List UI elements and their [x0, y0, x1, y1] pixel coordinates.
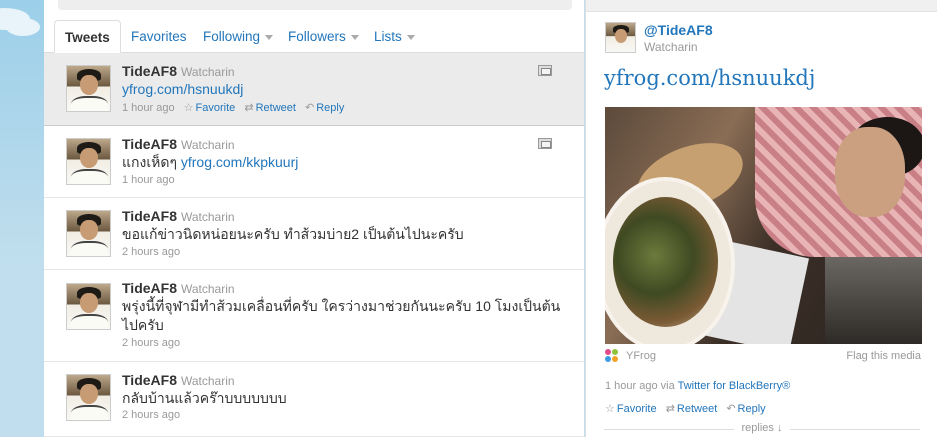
media-photo[interactable]: [605, 107, 922, 344]
media-icon[interactable]: [538, 138, 552, 149]
tab-followers[interactable]: Followers: [288, 20, 359, 53]
details-panel: @TideAF8 Watcharin yfrog.com/hsnuukdj YF…: [585, 0, 937, 437]
tweet-timestamp[interactable]: 2 hours ago: [122, 337, 180, 349]
panel-actions: ☆ Favorite ⇄ Retweet ↶ Reply: [605, 402, 766, 415]
panel-fullname: Watcharin: [644, 40, 698, 54]
avatar[interactable]: [605, 22, 636, 53]
tweet-row[interactable]: TideAF8 Watcharin พรุ่งนี้ที่จุฬามีทำส้วม…: [44, 270, 584, 362]
tab-tweets[interactable]: Tweets: [54, 20, 121, 53]
via-label: via: [660, 380, 675, 392]
chevron-down-icon: [265, 34, 274, 40]
tweet-text: กลับบ้านแล้วคร๊าบบบบบบบ: [122, 390, 287, 406]
tweet-text: yfrog.com/hsnuukdj: [122, 80, 562, 99]
panel-media-link[interactable]: yfrog.com/hsnuukdj: [604, 66, 815, 90]
tweet-text: แกงเห็ดๆ yfrog.com/kkpkuurj: [122, 153, 562, 172]
tweet-timestamp[interactable]: 1 hour ago: [122, 102, 175, 114]
tweet-meta: 1 hour ago: [122, 174, 175, 186]
tweet-text: ขอแก้ข่าวนิดหน่อยนะครับ ทำส้วมบ่าย2 เป็น…: [122, 226, 464, 242]
tweet-row[interactable]: TideAF8 Watcharin ขอแก้ข่าวนิดหน่อยนะครับ…: [44, 198, 584, 270]
tweet-fullname: Watcharin: [180, 374, 235, 388]
favorite-button[interactable]: ☆ Favorite: [184, 102, 236, 114]
avatar[interactable]: [66, 374, 111, 421]
tab-label: Followers: [288, 29, 346, 44]
tweet-link[interactable]: yfrog.com/kkpkuurj: [181, 154, 298, 170]
tweet-meta: 2 hours ago: [122, 337, 180, 349]
tweet-fullname: Watcharin: [180, 65, 235, 79]
panel-top-bar: [586, 0, 937, 12]
avatar[interactable]: [66, 283, 111, 330]
star-icon: ☆: [605, 403, 615, 415]
panel-username[interactable]: @TideAF8: [644, 22, 713, 38]
panel-timestamp[interactable]: 1 hour ago: [605, 380, 658, 392]
replies-label: replies ↓: [733, 422, 791, 434]
media-icon[interactable]: [538, 65, 552, 76]
tweet-fullname: Watcharin: [180, 282, 235, 296]
reply-arrow-icon: ↶: [726, 403, 736, 415]
tweet-author[interactable]: TideAF8 Watcharin: [122, 136, 235, 152]
reply-arrow-icon: ↶: [305, 102, 315, 114]
avatar[interactable]: [66, 65, 111, 112]
tweet-timestamp[interactable]: 2 hours ago: [122, 246, 180, 258]
avatar[interactable]: [66, 210, 111, 257]
tweet-text: พรุ่งนี้ที่จุฬามีทำส้วมเคลื่อนที่ครับ ใค…: [122, 298, 561, 333]
replies-toggle[interactable]: replies ↓: [586, 422, 937, 437]
chevron-down-icon: [406, 34, 415, 40]
tweet-meta: 2 hours ago: [122, 246, 180, 258]
tweet-author[interactable]: TideAF8 Watcharin: [122, 208, 235, 224]
background-sky: [0, 0, 44, 437]
top-strip: [58, 0, 572, 10]
tweet-meta: 2 hours ago: [122, 409, 180, 421]
tweet-author[interactable]: TideAF8 Watcharin: [122, 280, 235, 296]
tab-following[interactable]: Following: [203, 20, 274, 53]
tweet-fullname: Watcharin: [180, 210, 235, 224]
timeline-column: Tweets Favorites Following Followers Lis…: [44, 0, 584, 437]
tweet-row[interactable]: TideAF8 Watcharin กลับบ้านแล้วคร๊าบบบบบบบ…: [44, 362, 584, 437]
tweet-timestamp[interactable]: 1 hour ago: [122, 174, 175, 186]
cloud: [6, 18, 40, 36]
tweet-fullname: Watcharin: [180, 138, 235, 152]
tab-label: Favorites: [131, 29, 187, 44]
tweet-meta: 1 hour ago ☆ Favorite ⇄ Retweet ↶ Reply: [122, 101, 344, 114]
tweet-text-body: แกงเห็ดๆ: [122, 154, 181, 170]
media-source-label[interactable]: YFrog: [626, 350, 656, 362]
timeline-tabs: Tweets Favorites Following Followers Lis…: [44, 20, 584, 53]
chevron-down-icon: [350, 34, 359, 40]
tab-favorites[interactable]: Favorites: [131, 20, 187, 53]
tweet-author[interactable]: TideAF8 Watcharin: [122, 63, 235, 79]
retweet-icon: ⇄: [244, 102, 254, 114]
tweet-author[interactable]: TideAF8 Watcharin: [122, 372, 235, 388]
tab-label: Lists: [374, 29, 402, 44]
avatar[interactable]: [66, 138, 111, 185]
panel-meta: 1 hour ago via Twitter for BlackBerry®: [605, 380, 790, 392]
yfrog-logo-icon: [605, 349, 619, 363]
reply-button[interactable]: ↶ Reply: [726, 403, 765, 415]
client-link[interactable]: Twitter for BlackBerry®: [678, 380, 791, 392]
tweet-row[interactable]: TideAF8 Watcharin แกงเห็ดๆ yfrog.com/kkpk…: [44, 126, 584, 198]
tweet-row[interactable]: TideAF8 Watcharin yfrog.com/hsnuukdj 1 ho…: [44, 53, 584, 126]
tab-label: Tweets: [65, 30, 110, 45]
reply-button[interactable]: ↶ Reply: [305, 102, 344, 114]
star-icon: ☆: [183, 102, 194, 114]
retweet-icon: ⇄: [665, 403, 675, 415]
flag-media-link[interactable]: Flag this media: [846, 350, 921, 362]
tweet-timestamp[interactable]: 2 hours ago: [122, 409, 180, 421]
retweet-button[interactable]: ⇄ Retweet: [244, 102, 296, 114]
favorite-button[interactable]: ☆ Favorite: [605, 403, 657, 415]
retweet-button[interactable]: ⇄ Retweet: [666, 403, 718, 415]
tweet-link[interactable]: yfrog.com/hsnuukdj: [122, 81, 243, 97]
tab-label: Following: [203, 29, 261, 44]
tab-lists[interactable]: Lists: [374, 20, 415, 53]
